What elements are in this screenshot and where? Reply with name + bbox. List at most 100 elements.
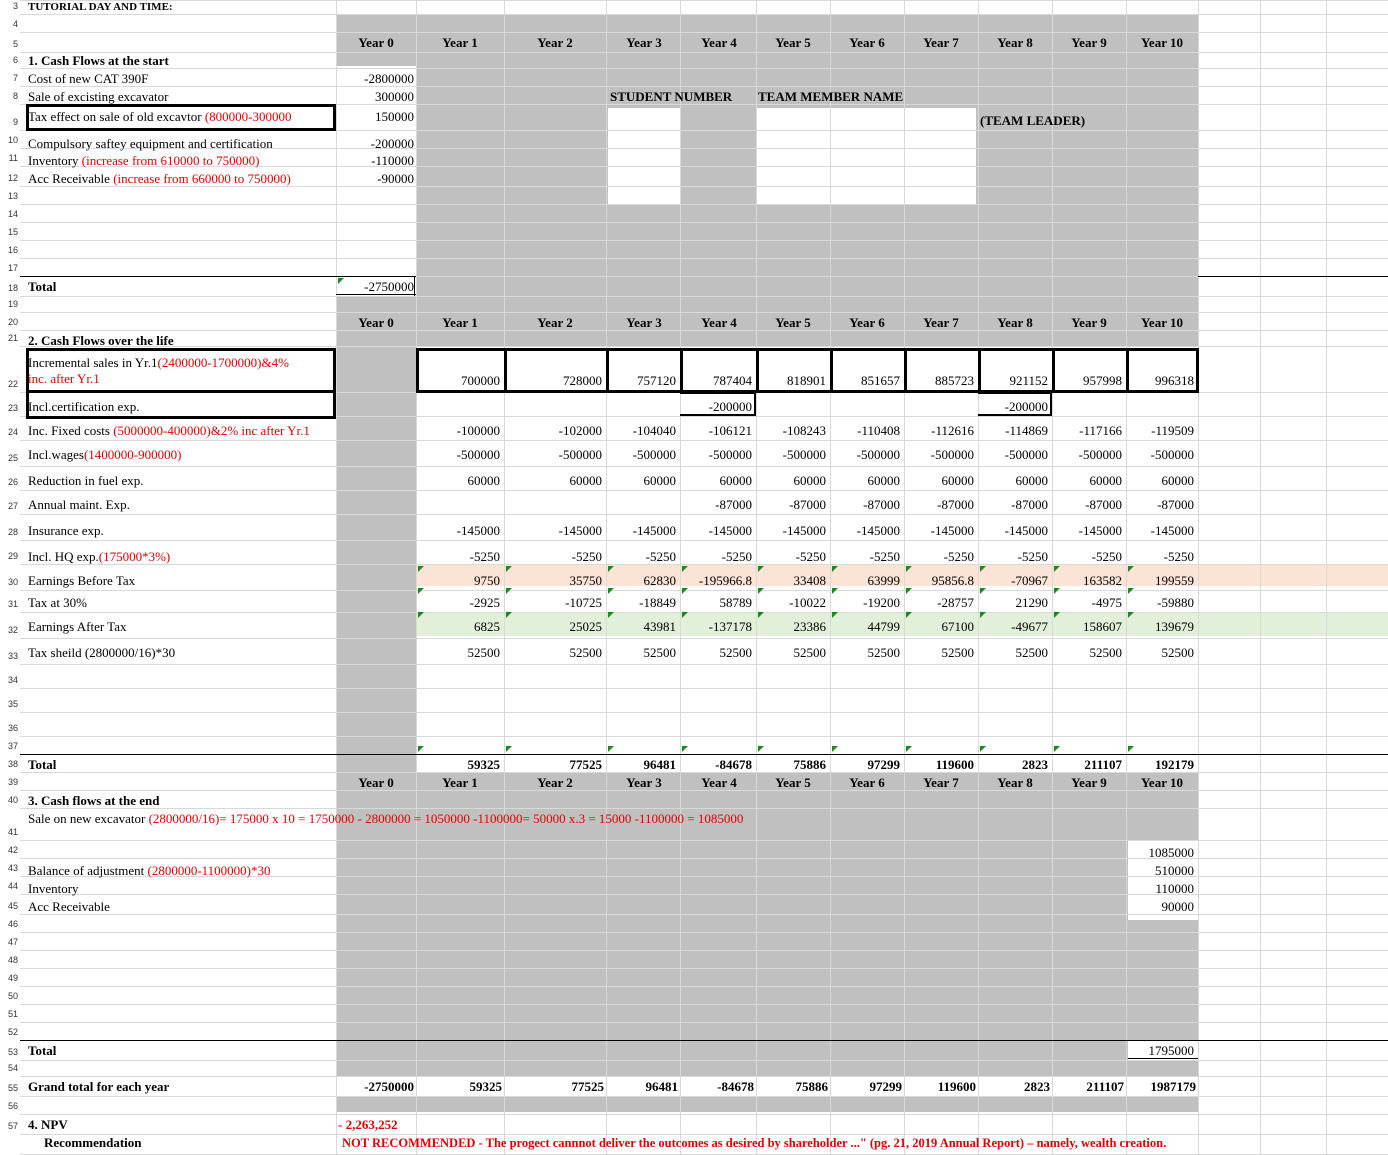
shield-cell-y9[interactable]: 52500 bbox=[1050, 646, 1123, 660]
fuel-cell-y8[interactable]: 60000 bbox=[976, 474, 1049, 488]
fuel-cell-y4[interactable]: 60000 bbox=[678, 474, 753, 488]
ebt-cell-y4[interactable]: -195966.8 bbox=[678, 574, 752, 588]
shield-cell-y2[interactable]: 52500 bbox=[502, 646, 603, 660]
fuel-cell-y7[interactable]: 60000 bbox=[902, 474, 975, 488]
grand-total-cell-3[interactable]: 96481 bbox=[606, 1080, 679, 1094]
wages-cell-y10[interactable]: -500000 bbox=[1124, 448, 1194, 462]
wages-cell-y9[interactable]: -500000 bbox=[1050, 448, 1122, 462]
fuel-cell-y5[interactable]: 60000 bbox=[754, 474, 827, 488]
sales-cell-y9[interactable]: 957998 bbox=[1050, 374, 1122, 388]
hq-cell-y6[interactable]: -5250 bbox=[828, 550, 900, 564]
wages-cell-y6[interactable]: -500000 bbox=[828, 448, 900, 462]
sales-cell-y3[interactable]: 757120 bbox=[604, 374, 676, 388]
fuel-cell-y3[interactable]: 60000 bbox=[604, 474, 677, 488]
sales-cell-y4[interactable]: 787404 bbox=[678, 374, 752, 388]
hq-cell-y9[interactable]: -5250 bbox=[1050, 550, 1122, 564]
hq-cell-y5[interactable]: -5250 bbox=[754, 550, 826, 564]
insurance-cell-y5[interactable]: -145000 bbox=[754, 524, 826, 538]
ebt-cell-y8[interactable]: -70967 bbox=[976, 574, 1048, 588]
sales-cell-y8[interactable]: 921152 bbox=[976, 374, 1048, 388]
tax-cell-y5[interactable]: -10022 bbox=[754, 596, 826, 610]
eat-cell-y6[interactable]: 44799 bbox=[828, 620, 901, 634]
maint-cell-y8[interactable]: -87000 bbox=[976, 498, 1048, 512]
fixed-cell-y6[interactable]: -110408 bbox=[828, 424, 900, 438]
insurance-cell-y8[interactable]: -145000 bbox=[976, 524, 1048, 538]
grand-total-cell-10[interactable]: 1987179 bbox=[1126, 1080, 1197, 1094]
total-cell-y6[interactable]: 97299 bbox=[828, 758, 901, 772]
insurance-cell-y6[interactable]: -145000 bbox=[828, 524, 900, 538]
grand-total-cell-4[interactable]: -84678 bbox=[680, 1080, 754, 1094]
tax-cell-y6[interactable]: -19200 bbox=[828, 596, 900, 610]
insurance-cell-y10[interactable]: -145000 bbox=[1124, 524, 1194, 538]
recommendation-text[interactable]: NOT RECOMMENDED - The progect cannnot de… bbox=[342, 1136, 1166, 1150]
eat-cell-y2[interactable]: 25025 bbox=[502, 620, 603, 634]
ebt-cell-y2[interactable]: 35750 bbox=[502, 574, 603, 588]
fixed-cell-y4[interactable]: -106121 bbox=[678, 424, 752, 438]
grand-total-cell-1[interactable]: 59325 bbox=[416, 1080, 503, 1094]
sales-cell-y6[interactable]: 851657 bbox=[828, 374, 900, 388]
insurance-cell-y4[interactable]: -145000 bbox=[678, 524, 752, 538]
eat-cell-y1[interactable]: 6825 bbox=[416, 620, 500, 634]
shield-cell-y4[interactable]: 52500 bbox=[678, 646, 753, 660]
cert-cell-y4[interactable]: -200000 bbox=[678, 400, 752, 414]
ebt-cell-y5[interactable]: 33408 bbox=[754, 574, 827, 588]
eat-cell-y3[interactable]: 43981 bbox=[604, 620, 677, 634]
grand-total-cell-6[interactable]: 97299 bbox=[830, 1080, 903, 1094]
grand-total-cell-0[interactable]: -2750000 bbox=[336, 1080, 414, 1094]
total-cell-y2[interactable]: 77525 bbox=[502, 758, 603, 772]
total-cell-y9[interactable]: 211107 bbox=[1050, 758, 1122, 772]
grand-total-cell-8[interactable]: 2823 bbox=[978, 1080, 1050, 1094]
wages-cell-y3[interactable]: -500000 bbox=[604, 448, 676, 462]
hq-cell-y8[interactable]: -5250 bbox=[976, 550, 1048, 564]
ebt-cell-y6[interactable]: 63999 bbox=[828, 574, 901, 588]
tax-cell-y7[interactable]: -28757 bbox=[902, 596, 974, 610]
insurance-cell-y3[interactable]: -145000 bbox=[604, 524, 676, 538]
hq-cell-y4[interactable]: -5250 bbox=[678, 550, 752, 564]
tax-cell-y3[interactable]: -18849 bbox=[604, 596, 676, 610]
wages-cell-y7[interactable]: -500000 bbox=[902, 448, 974, 462]
grand-total-cell-7[interactable]: 119600 bbox=[904, 1080, 976, 1094]
sale-existing-value[interactable]: 300000 bbox=[336, 90, 414, 104]
sales-cell-y7[interactable]: 885723 bbox=[902, 374, 974, 388]
safety-value[interactable]: -200000 bbox=[336, 137, 414, 151]
eat-cell-y9[interactable]: 158607 bbox=[1050, 620, 1122, 634]
shield-cell-y5[interactable]: 52500 bbox=[754, 646, 827, 660]
ebt-cell-y1[interactable]: 9750 bbox=[416, 574, 500, 588]
npv-value[interactable]: - 2,263,252 bbox=[338, 1118, 398, 1132]
tax-cell-y2[interactable]: -10725 bbox=[502, 596, 602, 610]
fixed-cell-y5[interactable]: -108243 bbox=[754, 424, 826, 438]
shield-cell-y6[interactable]: 52500 bbox=[828, 646, 901, 660]
section1-total-value[interactable]: -2750000 bbox=[336, 280, 414, 294]
tax-cell-y1[interactable]: -2925 bbox=[416, 596, 500, 610]
shield-cell-y1[interactable]: 52500 bbox=[416, 646, 501, 660]
eat-cell-y5[interactable]: 23386 bbox=[754, 620, 827, 634]
maint-cell-y6[interactable]: -87000 bbox=[828, 498, 900, 512]
insurance-cell-y2[interactable]: -145000 bbox=[502, 524, 602, 538]
maint-cell-y4[interactable]: -87000 bbox=[678, 498, 752, 512]
wages-cell-y1[interactable]: -500000 bbox=[416, 448, 500, 462]
acc-receivable-value[interactable]: -90000 bbox=[336, 172, 414, 186]
total-cell-y10[interactable]: 192179 bbox=[1124, 758, 1194, 772]
inventory-value[interactable]: -110000 bbox=[336, 154, 414, 168]
total-cell-y7[interactable]: 119600 bbox=[902, 758, 974, 772]
wages-cell-y4[interactable]: -500000 bbox=[678, 448, 752, 462]
fixed-cell-y3[interactable]: -104040 bbox=[604, 424, 676, 438]
eat-cell-y8[interactable]: -49677 bbox=[976, 620, 1048, 634]
cert-cell-y8[interactable]: -200000 bbox=[976, 400, 1048, 414]
total-cell-y8[interactable]: 2823 bbox=[976, 758, 1048, 772]
tax-cell-y10[interactable]: -59880 bbox=[1124, 596, 1194, 610]
fixed-cell-y7[interactable]: -112616 bbox=[902, 424, 974, 438]
grand-total-cell-5[interactable]: 75886 bbox=[756, 1080, 829, 1094]
fuel-cell-y10[interactable]: 60000 bbox=[1124, 474, 1195, 488]
wages-cell-y8[interactable]: -500000 bbox=[976, 448, 1048, 462]
tax-cell-y8[interactable]: 21290 bbox=[976, 596, 1049, 610]
fixed-cell-y10[interactable]: -119509 bbox=[1124, 424, 1194, 438]
fuel-cell-y2[interactable]: 60000 bbox=[502, 474, 603, 488]
wages-cell-y2[interactable]: -500000 bbox=[502, 448, 602, 462]
fixed-cell-y2[interactable]: -102000 bbox=[502, 424, 602, 438]
hq-cell-y2[interactable]: -5250 bbox=[502, 550, 602, 564]
hq-cell-y7[interactable]: -5250 bbox=[902, 550, 974, 564]
section3-total-value[interactable]: 1795000 bbox=[1128, 1044, 1195, 1058]
tax-cell-y4[interactable]: 58789 bbox=[678, 596, 753, 610]
cost-new-value[interactable]: -2800000 bbox=[336, 72, 414, 86]
